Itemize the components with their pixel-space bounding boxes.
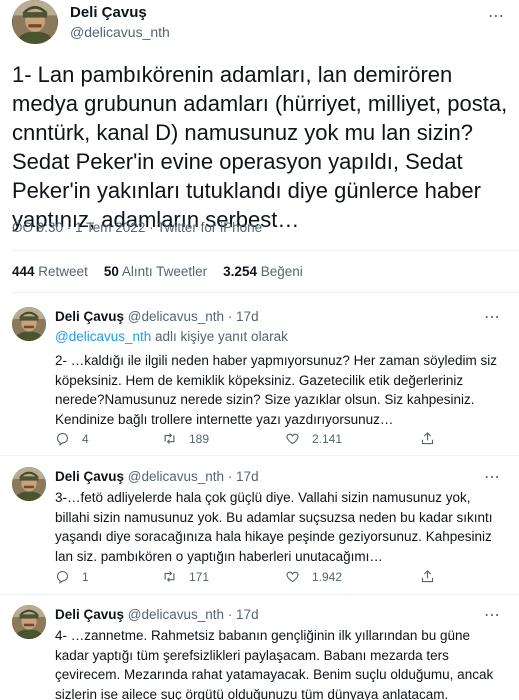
author-name[interactable]: Deli Çavuş (70, 4, 147, 21)
author-handle[interactable]: @delicavus_nth · 17d (128, 309, 259, 324)
more-icon[interactable]: ⋯ (484, 467, 501, 487)
divider (0, 594, 519, 595)
share-icon (421, 432, 434, 445)
like-button[interactable]: 1.942 (285, 569, 342, 584)
reply-icon (56, 432, 69, 446)
likes-stat[interactable]: 3.254 Beğeni (223, 264, 303, 279)
like-icon (286, 433, 299, 445)
reply-button[interactable]: 1 (55, 569, 89, 584)
avatar[interactable] (12, 0, 58, 44)
reply-tweet[interactable]: Deli Çavuş @delicavus_nth · 17d ⋯ 3-…fet… (0, 467, 519, 591)
divider (0, 455, 519, 456)
retweet-icon (164, 571, 175, 582)
author-name[interactable]: Deli Çavuş (55, 607, 124, 622)
tweet-meta[interactable]: ÖÖ 9:30 · 1 Tem 2022 · Twitter for iPhon… (12, 220, 262, 235)
author-handle[interactable]: @delicavus_nth · 17d (128, 607, 259, 622)
like-icon (286, 571, 299, 583)
tweet-actions: 1 171 1.942 (55, 569, 455, 585)
avatar[interactable] (12, 467, 46, 501)
retweet-button[interactable]: 189 (162, 431, 209, 446)
more-icon[interactable]: ⋯ (484, 307, 501, 327)
tweet-text: 4- …zannetme. Rahmetsiz babanın gençliği… (55, 628, 494, 700)
more-icon[interactable]: ⋯ (484, 605, 501, 625)
tweet-text: 1- Lan pambıkörenin adamları, lan demirö… (12, 62, 508, 232)
divider (12, 292, 519, 293)
share-button[interactable] (420, 431, 435, 446)
reply-header: Deli Çavuş @delicavus_nth · 17d (55, 469, 259, 484)
reply-button[interactable]: 4 (55, 431, 89, 446)
tweet-actions: 4 189 2.141 (55, 431, 455, 447)
author-handle[interactable]: @delicavus_nth (70, 24, 170, 40)
share-icon (421, 570, 434, 583)
retweets-stat[interactable]: 444 Retweet (12, 264, 88, 279)
reply-header: Deli Çavuş @delicavus_nth · 17d (55, 309, 259, 324)
divider (12, 250, 519, 251)
share-button[interactable] (420, 569, 435, 584)
reply-icon (56, 570, 69, 584)
author-handle[interactable]: @delicavus_nth · 17d (128, 469, 259, 484)
tweet-text: 3-…fetö adliyelerde hala çok güçlü diye.… (55, 490, 493, 564)
tweet-stats: 444 Retweet 50 Alıntı Tweetler 3.254 Beğ… (12, 264, 303, 279)
retweet-icon (164, 433, 175, 444)
author-name[interactable]: Deli Çavuş (55, 469, 124, 484)
retweet-button[interactable]: 171 (162, 569, 209, 584)
avatar[interactable] (12, 307, 46, 341)
avatar[interactable] (12, 605, 46, 639)
replying-to: @delicavus_nth adlı kişiye yanıt olarak (55, 329, 288, 344)
more-icon[interactable]: ⋯ (488, 6, 505, 26)
reply-tweet[interactable]: Deli Çavuş @delicavus_nth · 17d ⋯ @delic… (0, 307, 519, 455)
quotes-stat[interactable]: 50 Alıntı Tweetler (104, 264, 207, 279)
tweet-text: 2- …kaldığı ile ilgili neden haber yapmı… (55, 353, 497, 427)
reply-tweet[interactable]: Deli Çavuş @delicavus_nth · 17d ⋯ 4- …za… (0, 605, 519, 700)
like-button[interactable]: 2.141 (285, 431, 342, 446)
reply-header: Deli Çavuş @delicavus_nth · 17d (55, 607, 259, 622)
main-tweet: Deli Çavuş @delicavus_nth ⋯ 1- Lan pambı… (0, 0, 519, 300)
author-name[interactable]: Deli Çavuş (55, 309, 124, 324)
replying-to-link[interactable]: @delicavus_nth (55, 329, 151, 344)
